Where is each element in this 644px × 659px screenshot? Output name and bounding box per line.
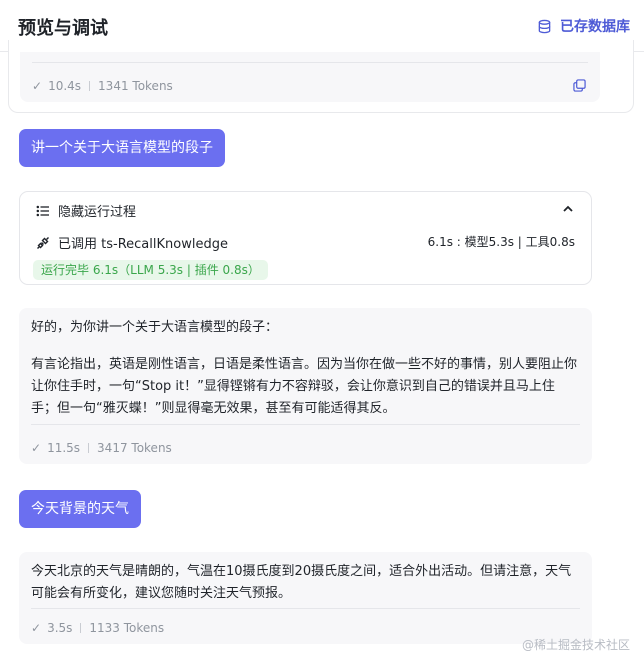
hide-run-process-toggle[interactable]: 隐藏运行过程 [36, 201, 136, 220]
list-icon [36, 205, 49, 216]
answer-body: 有言论指出，英语是刚性语言，日语是柔性语言。因为当你在做一些不好的事情，别人要阻… [31, 357, 578, 416]
user-message: 讲一个关于大语言模型的段子 [19, 129, 225, 167]
check-icon: ✓ [31, 621, 42, 635]
tool-timing: 6.1s : 模型5.3s | 工具0.8s [427, 235, 575, 249]
answer-intro: 好的，为你讲一个关于大语言模型的段子： [31, 320, 279, 335]
separator [80, 623, 82, 633]
answer-time: 11.5s [47, 441, 81, 455]
separator [89, 81, 91, 91]
answer-card: 今天北京的天气是晴朗的，气温在10摄氏度到20摄氏度之间，适合外出活动。但请注意… [19, 552, 592, 644]
answer-meta: ✓ 11.5s 3417 Tokens [31, 441, 172, 455]
divider [31, 424, 580, 425]
database-icon [538, 19, 551, 33]
previous-answer-body: ✓ 10.4s 1341 Tokens [20, 52, 600, 102]
chevron-up-icon[interactable] [561, 202, 575, 216]
separator [88, 443, 90, 453]
answer-meta: ✓ 10.4s 1341 Tokens [32, 79, 173, 93]
hide-run-process-label: 隐藏运行过程 [58, 205, 137, 220]
saved-database-button[interactable]: 已存数据库 [537, 16, 630, 36]
answer-meta: ✓ 3.5s 1133 Tokens [31, 621, 164, 635]
check-icon: ✓ [31, 441, 42, 455]
page-title: 预览与调试 [18, 18, 108, 39]
plug-icon [37, 236, 49, 249]
watermark: @稀土掘金技术社区 [521, 638, 630, 652]
saved-database-label: 已存数据库 [560, 19, 630, 35]
run-process-card: 隐藏运行过程 已调用 ts-RecallKnowledge 6.1s : 模型5… [19, 191, 592, 285]
run-status-badge: 运行完毕 6.1s（LLM 5.3s | 插件 0.8s） [33, 260, 268, 280]
check-icon: ✓ [32, 79, 43, 93]
divider [32, 62, 588, 63]
previous-answer-card: ✓ 10.4s 1341 Tokens [8, 40, 634, 113]
copy-icon[interactable] [573, 79, 586, 92]
tool-call-label: 已调用 ts-RecallKnowledge [58, 237, 228, 252]
answer-tokens: 1341 Tokens [98, 79, 173, 93]
answer-time: 10.4s [48, 79, 82, 93]
answer-time: 3.5s [47, 621, 73, 635]
answer-body: 今天北京的天气是晴朗的，气温在10摄氏度到20摄氏度之间，适合外出活动。但请注意… [31, 564, 572, 601]
answer-tokens: 1133 Tokens [89, 621, 165, 635]
divider [31, 608, 580, 609]
answer-card: 好的，为你讲一个关于大语言模型的段子： 有言论指出，英语是刚性语言，日语是柔性语… [19, 308, 592, 464]
user-message: 今天背景的天气 [19, 490, 141, 528]
answer-tokens: 3417 Tokens [97, 441, 172, 455]
tool-call-row: 已调用 ts-RecallKnowledge [36, 233, 228, 252]
